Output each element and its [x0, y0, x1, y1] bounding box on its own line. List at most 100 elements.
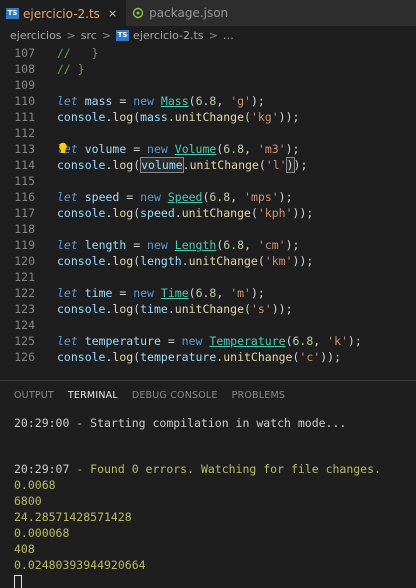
line-number: 108 — [14, 62, 35, 76]
code-text: console.log(volume.unitChange('l')); — [57, 157, 307, 173]
code-text: console.log(temperature.unitChange('c'))… — [57, 349, 341, 365]
code-token: ); — [285, 110, 300, 124]
variable-token: console — [57, 110, 106, 124]
variable-token: temperature — [140, 350, 217, 364]
code-line: 115 — [0, 173, 416, 189]
code-token: . — [174, 206, 182, 220]
code-token: . — [181, 254, 189, 268]
keyword-token: let — [57, 94, 78, 108]
class-token: Mass — [160, 94, 189, 108]
code-text: // } — [57, 61, 85, 77]
code-token: ); — [278, 190, 293, 204]
keyword-token: new — [181, 334, 203, 348]
string-token: 'km' — [264, 254, 293, 268]
tab-terminal[interactable]: TERMINAL — [68, 390, 118, 401]
tab-ejercicio-2-ts[interactable]: TS ejercicio-2.ts × — [0, 0, 127, 26]
method-token: unitChange — [174, 110, 245, 124]
string-token: 's' — [250, 302, 272, 316]
code-token: ); — [299, 254, 314, 268]
typescript-file-icon: TS — [116, 29, 130, 41]
code-line: 114 console.log(volume.unitChange('l')); — [0, 157, 416, 173]
tab-debug-console[interactable]: DEBUG CONSOLE — [132, 390, 218, 401]
keyword-token: let — [57, 286, 78, 300]
terminal-output-line: 408 — [14, 542, 35, 556]
code-line: 122 let time = new Time(6.8, 'm'); — [0, 285, 416, 301]
line-number: 124 — [14, 318, 35, 332]
variable-token: speed — [140, 206, 175, 220]
terminal-line: 20:29:07 - Found 0 errors. Watching for … — [14, 461, 381, 477]
code-token: . — [167, 302, 175, 316]
breadcrumb-item[interactable]: ejercicio-2.ts — [133, 29, 204, 42]
code-token: ); — [293, 158, 308, 172]
number-token: 6.8 — [195, 94, 217, 108]
method-token: unitChange — [181, 206, 251, 220]
method-token: unitChange — [174, 302, 245, 316]
code-text: let mass = new Mass(6.8, 'g'); — [57, 93, 265, 109]
comment-token: // } — [57, 46, 99, 60]
class-token: Length — [174, 238, 217, 252]
code-line: 120 console.log(length.unitChange('km')); — [0, 253, 416, 269]
line-number: 117 — [14, 206, 35, 220]
tab-output[interactable]: OUTPUT — [14, 390, 54, 401]
number-token: 6.8 — [223, 142, 245, 156]
close-tab-icon[interactable]: × — [108, 7, 117, 20]
code-line: 111 console.log(mass.unitChange('kg')); — [0, 109, 416, 125]
tab-problems[interactable]: PROBLEMS — [232, 390, 285, 401]
breadcrumb-item[interactable]: src — [81, 29, 97, 42]
method-token: log — [112, 350, 134, 364]
breadcrumb-item[interactable]: ejercicios — [10, 29, 62, 42]
code-line: 123 console.log(time.unitChange('s')); — [0, 301, 416, 317]
code-line: 121 — [0, 269, 416, 285]
variable-token: time — [84, 286, 113, 300]
terminal-output-line: 24.28571428571428 — [14, 510, 132, 524]
line-number: 123 — [14, 302, 35, 316]
code-line: 107 // } — [0, 45, 416, 61]
code-line: 125 let temperature = new Temperature(6.8… — [0, 333, 416, 349]
code-text: console.log(speed.unitChange('kph')); — [57, 205, 313, 221]
keyword-token: new — [140, 190, 161, 204]
variable-token: volume — [84, 142, 127, 156]
terminal-prompt[interactable] — [14, 573, 22, 588]
code-token: ); — [278, 302, 293, 316]
code-editor[interactable]: 107// } 108// } 109 110 let mass = new Mass(… — [0, 44, 416, 370]
method-token: log — [112, 254, 134, 268]
line-number: 110 — [14, 94, 35, 108]
code-token: = — [160, 334, 182, 348]
code-token: ( — [258, 158, 266, 172]
code-line: 110 let mass = new Mass(6.8, 'g'); — [0, 93, 416, 109]
code-line: 108 // } — [0, 61, 416, 77]
code-line: 126 console.log(temperature.unitChange('c… — [0, 349, 416, 365]
number-token: 6.8 — [292, 334, 314, 348]
code-token: ); — [250, 94, 265, 108]
line-number: 109 — [14, 78, 35, 92]
code-line: 124 — [0, 317, 416, 333]
string-token: 'm3' — [257, 142, 286, 156]
keyword-token: let — [57, 190, 78, 204]
code-token: ( — [285, 334, 293, 348]
bracket-token: ) — [285, 157, 295, 173]
tab-package-json[interactable]: package.json — [126, 0, 416, 26]
breadcrumb-item[interactable]: … — [223, 29, 234, 42]
variable-token: speed — [84, 190, 120, 204]
chevron-right-icon: > — [208, 28, 218, 42]
class-token: Speed — [167, 190, 203, 204]
code-text: console.log(length.unitChange('km')); — [57, 253, 313, 269]
method-token: unitChange — [188, 254, 258, 268]
code-token: ); — [327, 350, 341, 364]
variable-token: mass — [140, 110, 168, 124]
variable-token: length — [140, 254, 182, 268]
code-token: ( — [250, 206, 258, 220]
code-token: = — [126, 238, 148, 252]
variable-token: time — [140, 302, 168, 316]
code-text: // } — [57, 45, 99, 61]
terminal-line: 20:29:00 - Starting compilation in watch… — [14, 416, 347, 430]
lightbulb-icon[interactable] — [58, 142, 68, 154]
code-token: ( — [133, 158, 141, 172]
